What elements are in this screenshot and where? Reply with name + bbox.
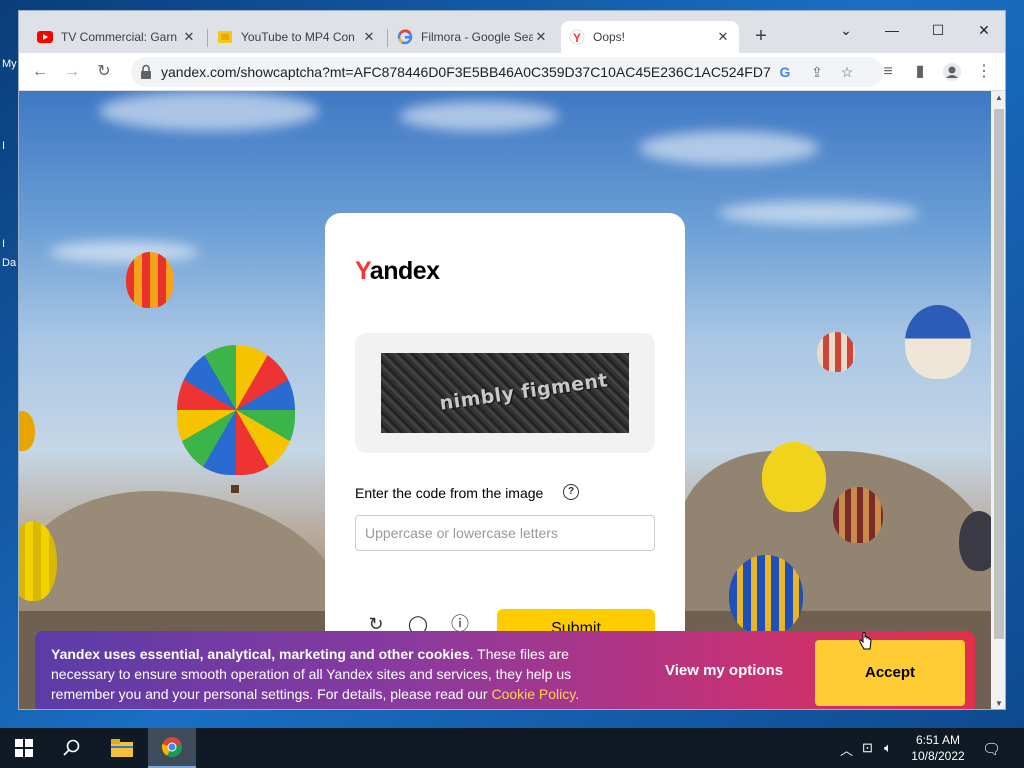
yandex-icon: Y [569,29,585,45]
notifications-icon[interactable]: 🗨︎ [982,740,1001,758]
windows-taskbar: ︿ ⊡ 🔈︎ 6:51 AM 10/8/2022 🗨︎ [0,728,1024,768]
hot-air-balloon [833,487,883,543]
close-tab-icon[interactable]: ✕ [533,29,549,45]
tab-title: Oops! [593,30,626,44]
clock-time: 6:51 AM [915,733,961,747]
hot-air-balloon [905,305,971,379]
close-window-button[interactable]: ✕ [961,15,1005,45]
help-icon[interactable]: ? [563,484,579,500]
tab-divider [207,29,208,47]
cookie-notice-heading: Yandex uses essential, analytical, marke… [51,646,470,662]
hot-air-balloon [729,555,803,635]
captcha-image: nimbly figment [381,353,629,433]
tab-title: TV Commercial: Garn [61,30,178,44]
volume-icon[interactable]: 🔈︎ [884,740,892,756]
desktop-icon-label[interactable]: I [2,140,5,152]
hot-air-balloon [177,345,295,475]
close-tab-icon[interactable]: ✕ [181,29,197,45]
menu-kebab-icon[interactable]: ⋮ [971,59,997,85]
back-arrow-icon[interactable]: ← [27,59,53,85]
profile-avatar-icon[interactable] [939,59,965,85]
captcha-code-input[interactable] [355,515,655,551]
share-icon[interactable]: ⇪ [807,62,827,82]
hot-air-balloon [959,511,991,571]
cookie-notice-text: Yandex uses essential, analytical, marke… [51,644,631,704]
side-panel-icon[interactable]: ▮ [907,59,933,85]
system-clock[interactable]: 6:51 AM 10/8/2022 [906,732,970,764]
reload-icon[interactable]: ↻ [91,59,117,85]
clock-date: 10/8/2022 [911,749,965,763]
tab-title: Filmora - Google Sea [421,30,533,44]
view-my-options-button[interactable]: View my options [665,662,783,679]
cloud [719,201,919,225]
code-field-label: Enter the code from the image [355,485,544,501]
cloud [639,131,819,165]
close-tab-icon[interactable]: ✕ [361,29,377,45]
yandex-logo[interactable]: Yandex [355,257,440,286]
cookie-banner: Yandex uses essential, analytical, marke… [35,631,975,709]
start-button[interactable] [0,728,48,768]
cloud [99,91,319,131]
page-scrollbar[interactable]: ▲ ▼ [991,91,1005,709]
desktop-icon-label[interactable]: My [2,58,17,70]
captcha-frame: nimbly figment [355,333,655,453]
bookmark-star-icon[interactable]: ☆ [837,62,857,82]
google-lens-icon[interactable]: G [775,62,795,82]
chrome-taskbar-icon[interactable] [148,728,196,768]
tab-filmora-search[interactable]: Filmora - Google Sea ✕ [389,21,557,53]
new-tab-button[interactable]: + [749,25,773,49]
accept-cookies-button[interactable]: Accept [815,640,965,706]
show-hidden-icons-icon[interactable]: ︿ [840,740,853,759]
tab-search-icon[interactable]: ⌄ [823,15,869,45]
scroll-up-icon[interactable]: ▲ [991,91,1005,105]
hot-air-balloon [817,332,855,372]
desktop-icon-label[interactable]: Da [2,257,16,269]
balloon-basket [231,485,239,493]
google-icon [397,29,413,45]
cookie-policy-link[interactable]: Cookie Policy [491,686,575,702]
tab-divider [387,29,388,47]
browser-window: TV Commercial: Garn ✕ YouTube to MP4 Con… [18,10,1006,710]
tab-oops[interactable]: Y Oops! ✕ [561,21,739,53]
url-text[interactable]: yandex.com/showcaptcha?mt=AFC878446D0F3E… [161,64,771,80]
hot-air-balloon [762,442,826,512]
hot-air-balloon [126,252,174,308]
scroll-thumb[interactable] [994,109,1004,639]
media-control-icon[interactable]: ≡ [875,59,901,85]
scroll-down-icon[interactable]: ▼ [991,697,1005,709]
lock-icon[interactable] [139,64,153,80]
cookie-notice-end: . [575,686,580,702]
tab-tv-commercial[interactable]: TV Commercial: Garn ✕ [29,21,205,53]
captcha-page: Yandex nimbly figment Enter the code fro… [19,91,991,709]
minimize-button[interactable]: — [869,15,915,45]
network-icon[interactable]: ⊡ [862,740,873,756]
maximize-button[interactable]: ☐ [915,15,961,45]
youtube-icon [37,29,53,45]
cloud [399,101,559,131]
tab-youtube-mp4[interactable]: YouTube to MP4 Con ✕ [209,21,385,53]
taskbar-search-icon[interactable] [48,728,96,768]
desktop-icon-label[interactable]: I [2,238,5,250]
file-explorer-icon[interactable] [98,728,146,768]
hot-air-balloon [19,411,35,451]
windows-logo-icon [15,739,33,757]
tab-title: YouTube to MP4 Con [241,30,355,44]
captcha-distorted-text: nimbly figment [438,369,610,415]
svg-text:Y: Y [573,31,581,45]
forward-arrow-icon[interactable]: → [59,59,85,85]
tab-strip: TV Commercial: Garn ✕ YouTube to MP4 Con… [19,11,1005,53]
hand-cursor-icon [859,632,872,650]
close-tab-icon[interactable]: ✕ [715,29,731,45]
converter-icon [217,29,233,45]
cloud [49,241,199,263]
address-bar[interactable]: yandex.com/showcaptcha?mt=AFC878446D0F3E… [131,57,883,87]
browser-toolbar: ← → ↻ yandex.com/showcaptcha?mt=AFC87844… [19,53,1005,91]
